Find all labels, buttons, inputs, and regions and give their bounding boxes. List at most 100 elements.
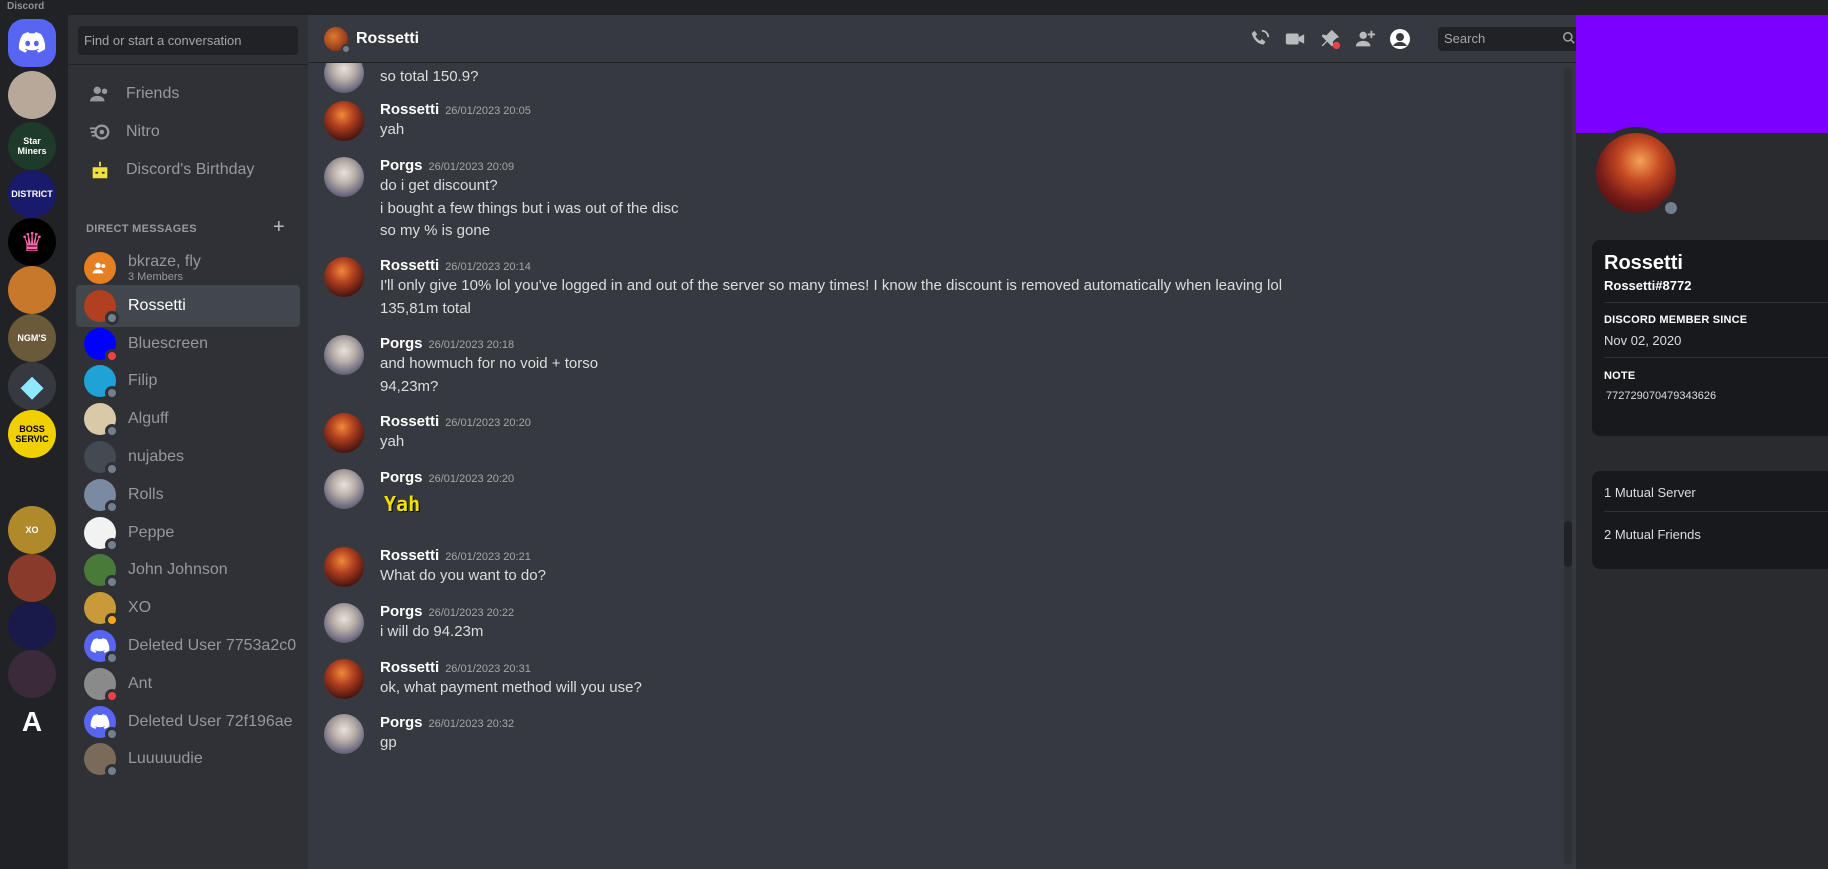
message-list: so total 150.9? Rossetti 26/01/2023 20:05 y…: [308, 63, 1560, 869]
dm-name: Ant: [128, 674, 153, 692]
message-author[interactable]: Porgs: [380, 714, 423, 731]
message-author[interactable]: Rossetti: [380, 413, 439, 430]
server-icon[interactable]: A: [8, 698, 56, 746]
server-icon[interactable]: DISTRICT: [8, 170, 56, 218]
dm-item[interactable]: Luuuuudie: [76, 738, 300, 780]
dm-text: XO: [128, 599, 151, 617]
message-author[interactable]: Porgs: [380, 157, 423, 174]
dm-item[interactable]: bkraze, fly 3 Members: [76, 247, 300, 289]
message-avatar[interactable]: [324, 157, 364, 197]
message-author[interactable]: Rossetti: [380, 101, 439, 118]
avatar: [84, 667, 119, 703]
nav-birthday[interactable]: Discord's Birthday: [76, 149, 300, 191]
message-text: 94,23m?: [380, 377, 439, 395]
nav-friends[interactable]: Friends: [76, 73, 300, 115]
add-friends-to-dm-icon[interactable]: [1353, 27, 1377, 51]
dm-item[interactable]: Ant: [76, 663, 300, 705]
dm-item[interactable]: John Johnson: [76, 549, 300, 591]
note-input[interactable]: 772729070479343626: [1606, 390, 1716, 402]
scrollbar-track[interactable]: [1564, 67, 1572, 865]
profile-tag[interactable]: Rossetti#8772: [1604, 278, 1691, 293]
scrollbar-thumb[interactable]: [1564, 521, 1572, 567]
title-bar: Discord: [0, 0, 1828, 15]
server-icon[interactable]: [8, 650, 56, 698]
server-icon[interactable]: [8, 266, 56, 314]
mutual-friends-tab[interactable]: 2 Mutual Friends: [1604, 527, 1701, 542]
birthday-icon: [88, 158, 112, 182]
server-icon[interactable]: XO: [8, 506, 56, 554]
dm-item[interactable]: XO: [76, 587, 300, 629]
message-avatar[interactable]: [324, 603, 364, 643]
message-avatar[interactable]: [324, 257, 364, 297]
message-avatar[interactable]: [324, 469, 364, 509]
server-icon-label: XO: [25, 525, 39, 535]
message-author[interactable]: Porgs: [380, 335, 423, 352]
server-icon[interactable]: [8, 602, 56, 650]
mutuals-card: 1 Mutual Server 2 Mutual Friends: [1592, 471, 1828, 569]
pinned-messages-icon[interactable]: [1318, 27, 1342, 51]
server-icon[interactable]: BOSS SERVIC: [8, 410, 56, 458]
home-button[interactable]: [8, 19, 56, 67]
message-author[interactable]: Porgs: [380, 603, 423, 620]
voice-call-icon[interactable]: [1248, 27, 1272, 51]
message-avatar[interactable]: [324, 547, 364, 587]
find-conversation-input[interactable]: Find or start a conversation: [78, 26, 298, 55]
message-avatar[interactable]: [324, 335, 364, 375]
message-text: gp: [380, 734, 397, 751]
dm-text: Filip: [128, 372, 157, 390]
dm-text: Peppe: [128, 524, 174, 542]
dm-item[interactable]: Bluescreen: [76, 323, 300, 365]
message-author[interactable]: Rossetti: [380, 257, 439, 274]
message-text: yah: [380, 433, 405, 450]
message-text: so my % is gone: [380, 222, 491, 239]
dm-item[interactable]: Filip: [76, 360, 300, 402]
dm-item[interactable]: Alguff: [76, 398, 300, 440]
message-avatar[interactable]: [324, 413, 364, 453]
dm-name: XO: [128, 599, 152, 617]
server-icon[interactable]: [8, 554, 56, 602]
message-author[interactable]: Rossetti: [380, 547, 439, 564]
user-profile-icon[interactable]: [1388, 27, 1412, 51]
server-icon[interactable]: ◆: [8, 362, 56, 410]
message-header: Rossetti 26/01/2023 20:21: [380, 547, 531, 564]
dm-text: bkraze, fly 3 Members: [128, 253, 201, 284]
create-dm-button[interactable]: +: [273, 217, 285, 237]
message-author[interactable]: Porgs: [380, 469, 423, 486]
message-text: and howmuch for no void + torso: [380, 355, 599, 372]
user-profile-panel: Rossetti Rossetti#8772 DISCORD MEMBER SI…: [1576, 15, 1828, 869]
server-icon[interactable]: [8, 71, 56, 119]
chat-area: Rossetti Search so total 150.9? Rossetti 2…: [308, 15, 1582, 869]
server-icon-label: Star Miners: [17, 136, 47, 156]
video-call-icon[interactable]: [1283, 27, 1307, 51]
member-since-label: DISCORD MEMBER SINCE: [1604, 314, 1748, 326]
message-text: ok, what payment method will you use?: [380, 679, 642, 696]
dm-text: Rossetti: [128, 297, 186, 315]
chat-search-input[interactable]: Search: [1438, 27, 1582, 51]
dm-item[interactable]: Rossetti: [76, 284, 300, 327]
dm-item[interactable]: Peppe: [76, 512, 300, 554]
message-avatar[interactable]: [324, 714, 364, 754]
dm-text: Deleted User 7753a2c0: [128, 637, 296, 655]
dm-item[interactable]: Deleted User 7753a2c0: [76, 625, 300, 667]
message-text: so total 150.9?: [380, 68, 479, 85]
member-since-date: Nov 02, 2020: [1604, 333, 1682, 348]
mutual-servers-tab[interactable]: 1 Mutual Server: [1604, 485, 1696, 500]
message-header: Rossetti 26/01/2023 20:14: [380, 257, 531, 274]
dm-name: John Johnson: [128, 561, 228, 579]
server-icon[interactable]: [8, 458, 56, 506]
nitro-icon: [88, 120, 112, 144]
sidebar-divider: [68, 64, 308, 65]
message-text: What do you want to do?: [380, 567, 546, 584]
dm-item[interactable]: Rolls: [76, 474, 300, 516]
message-avatar[interactable]: [324, 63, 364, 93]
nav-nitro[interactable]: Nitro: [76, 111, 300, 153]
dm-item[interactable]: Deleted User 72f196ae: [76, 701, 300, 743]
message-author[interactable]: Rossetti: [380, 659, 439, 676]
dm-text: Ant: [128, 675, 152, 693]
server-icon[interactable]: NGM'S: [8, 314, 56, 362]
message-avatar[interactable]: [324, 101, 364, 141]
server-icon[interactable]: ♛: [8, 218, 56, 266]
dm-item[interactable]: nujabes: [76, 436, 300, 478]
server-icon[interactable]: Star Miners: [8, 122, 56, 170]
message-avatar[interactable]: [324, 659, 364, 699]
